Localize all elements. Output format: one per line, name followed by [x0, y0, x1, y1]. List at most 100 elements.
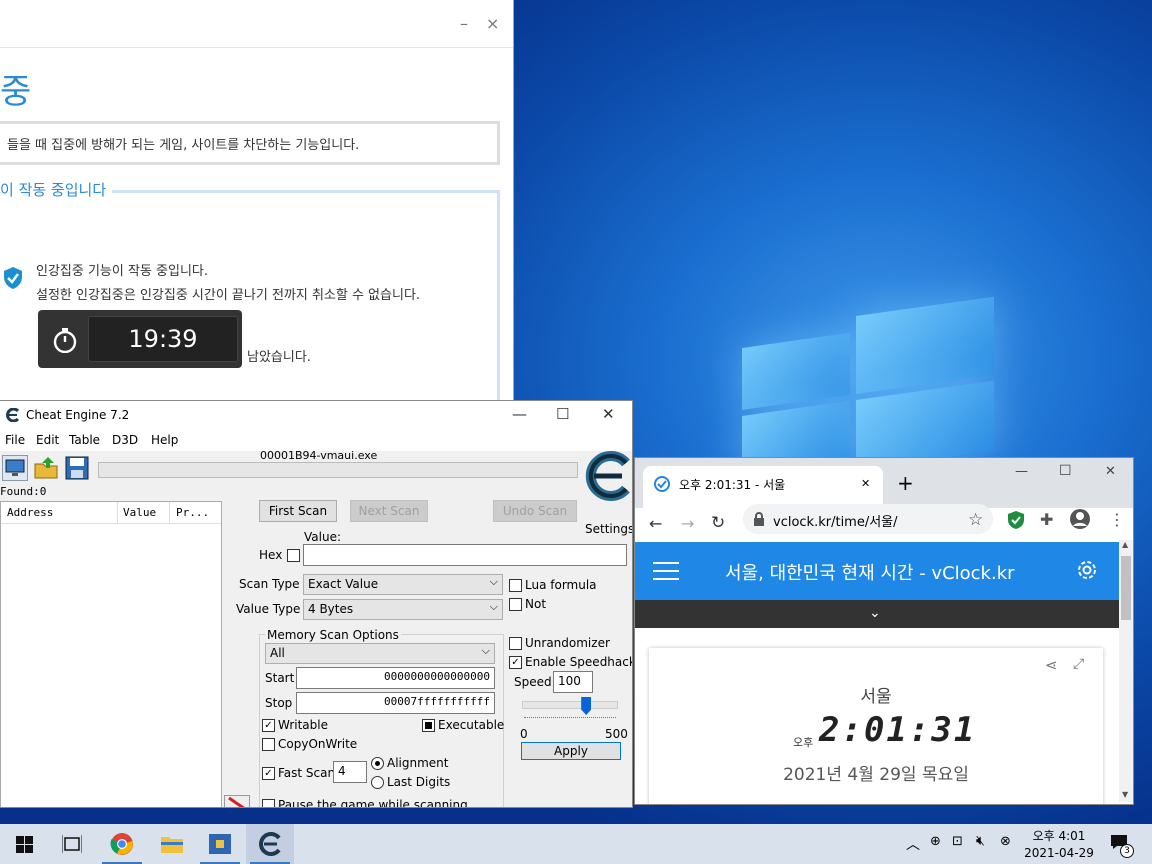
menu-file[interactable]: File — [5, 433, 25, 447]
chrome-tab-title: 오후 2:01:31 - 서울 — [679, 478, 786, 492]
folder-open-icon — [34, 457, 58, 479]
network-icon[interactable]: ⊡ — [952, 834, 963, 849]
memory-region-select[interactable]: All — [265, 643, 495, 664]
chrome-maximize-button[interactable]: ☐ — [1059, 463, 1072, 479]
chrome-close-button[interactable]: ✕ — [1105, 464, 1116, 479]
hamburger-menu-icon[interactable] — [653, 562, 679, 580]
lua-formula-checkbox[interactable] — [509, 579, 522, 592]
next-scan-button[interactable]: Next Scan — [350, 500, 428, 522]
reload-icon[interactable]: ↻ — [711, 513, 725, 533]
adblock-shield-icon[interactable] — [1007, 510, 1025, 530]
back-arrow-icon[interactable]: ← — [649, 514, 662, 533]
pause-game-checkbox[interactable] — [262, 799, 275, 807]
taskbar-file-explorer[interactable] — [148, 824, 196, 864]
chrome-menu-icon[interactable]: ⋮ — [1109, 510, 1125, 529]
url-text: vclock.kr/time/서울/ — [773, 515, 898, 530]
task-view-button[interactable] — [48, 824, 96, 864]
column-value[interactable]: Value — [123, 506, 156, 519]
share-icon[interactable]: ⋖ — [1045, 656, 1058, 674]
stop-address-input[interactable]: 00007fffffffffff — [296, 692, 495, 714]
pause-game-label: Pause the game while scanning — [278, 798, 468, 808]
show-hidden-icons-chevron[interactable]: ︿ — [906, 834, 920, 854]
executable-checkbox[interactable] — [422, 719, 435, 732]
cheat-engine-taskbar-icon — [259, 832, 281, 856]
scan-type-label: Scan Type — [239, 577, 300, 591]
taskbar-chrome[interactable] — [98, 824, 146, 864]
not-checkbox[interactable] — [509, 598, 522, 611]
menu-help[interactable]: Help — [151, 433, 178, 447]
speed-slider-track[interactable] — [522, 701, 618, 709]
ce-window-title: Cheat Engine 7.2 — [26, 408, 130, 422]
save-button[interactable] — [64, 455, 90, 481]
digital-clock: 2:01:31 — [819, 710, 977, 750]
chrome-tab-active[interactable]: 오후 2:01:31 - 서울 ✕ — [643, 466, 883, 508]
forward-arrow-icon[interactable]: → — [681, 514, 694, 533]
value-type-select[interactable]: 4 Bytes — [303, 599, 503, 620]
enable-speedhack-checkbox[interactable]: ✓ — [509, 656, 522, 669]
chrome-address-bar[interactable]: vclock.kr/time/서울/ — [743, 504, 993, 534]
start-address-input[interactable]: 0000000000000000 — [296, 667, 495, 689]
vclock-time-card: ⋖ ⤢ 서울 오후 2:01:31 2021년 4월 29일 목요일 — [649, 648, 1103, 804]
hex-checkbox[interactable] — [287, 549, 300, 562]
undo-scan-button[interactable]: Undo Scan — [493, 500, 577, 522]
computer-icon — [5, 459, 25, 476]
volume-muted-icon[interactable]: 🔇︎ — [976, 833, 985, 849]
copy-on-write-checkbox[interactable] — [262, 738, 275, 751]
chrome-new-tab-button[interactable]: + — [897, 471, 914, 495]
taskbar-clock-time[interactable]: 오후 4:01 — [1026, 827, 1092, 844]
ce-close-button[interactable]: ✕ — [602, 405, 615, 423]
action-center-button[interactable]: 3 — [1108, 832, 1136, 860]
settings-link[interactable]: Settings — [585, 522, 632, 536]
focus-titlebar: – × — [0, 0, 513, 48]
apply-speedhack-button[interactable]: Apply — [521, 742, 621, 760]
input-indicator-icon[interactable]: ⊗ — [1000, 834, 1011, 849]
chrome-tab-close-button[interactable]: ✕ — [861, 477, 870, 490]
scan-value-input[interactable] — [303, 544, 627, 566]
column-address[interactable]: Address — [7, 506, 53, 519]
bookmark-star-icon[interactable]: ☆ — [968, 510, 983, 530]
enable-speedhack-label: Enable Speedhack — [525, 655, 633, 669]
focus-minimize-button[interactable]: – — [460, 14, 468, 33]
focus-close-button[interactable]: × — [486, 14, 499, 33]
extensions-puzzle-icon[interactable]: ✚ — [1040, 510, 1053, 529]
scrollbar-thumb[interactable] — [1121, 556, 1131, 620]
start-button[interactable] — [0, 824, 48, 864]
page-scrollbar[interactable]: ▲ ▼ — [1119, 540, 1133, 802]
profile-avatar-icon[interactable] — [1069, 508, 1091, 530]
unrandomizer-checkbox[interactable] — [509, 637, 522, 650]
speed-slider-thumb[interactable] — [581, 697, 592, 715]
ime-icon[interactable]: ⊕ — [930, 834, 941, 849]
chrome-minimize-button[interactable]: — — [1015, 464, 1028, 479]
last-digits-radio[interactable] — [371, 776, 384, 789]
taskbar-clock-date[interactable]: 2021-04-29 — [1024, 846, 1094, 860]
chrome-tab-strip: 오후 2:01:31 - 서울 ✕ + — ☐ ✕ — [635, 458, 1133, 508]
scan-type-select[interactable]: Exact Value — [303, 574, 503, 595]
clear-list-button[interactable] — [224, 795, 250, 807]
first-scan-button[interactable]: First Scan — [259, 500, 337, 522]
speed-input[interactable]: 100 — [553, 671, 593, 693]
fast-scan-checkbox[interactable]: ✓ — [262, 767, 275, 780]
menu-d3d[interactable]: D3D — [112, 433, 138, 447]
writable-checkbox[interactable]: ✓ — [262, 719, 275, 732]
alignment-radio[interactable] — [371, 757, 384, 770]
menu-edit[interactable]: Edit — [36, 433, 59, 447]
found-address-list[interactable]: Address Value Pr... — [0, 501, 222, 807]
focus-description: 들을 때 집중에 방해가 되는 게임, 사이트를 차단하는 기능입니다. — [0, 121, 500, 165]
settings-gear-icon[interactable] — [1075, 558, 1099, 582]
open-process-button[interactable] — [2, 455, 28, 481]
expand-chevron-icon[interactable]: ⌄ — [869, 605, 881, 621]
taskbar: ︿ ⊕ ⊡ 🔇︎ ⊗ 오후 4:01 2021-04-29 3 — [0, 824, 1152, 864]
stopwatch-icon — [53, 328, 77, 353]
speed-slider-ticks — [524, 717, 616, 720]
ce-minimize-button[interactable]: — — [512, 405, 527, 423]
taskbar-focus-app[interactable] — [196, 824, 244, 864]
fullscreen-icon[interactable]: ⤢ — [1073, 656, 1084, 672]
column-previous[interactable]: Pr... — [176, 506, 209, 519]
copy-on-write-label: CopyOnWrite — [278, 737, 358, 751]
fast-scan-alignment-input[interactable]: 4 — [333, 761, 367, 783]
open-file-button[interactable] — [33, 455, 59, 481]
menu-table[interactable]: Table — [69, 433, 100, 447]
ce-maximize-button[interactable]: ☐ — [556, 405, 569, 423]
cheat-engine-logo[interactable] — [580, 451, 632, 509]
taskbar-cheat-engine[interactable] — [246, 824, 294, 864]
